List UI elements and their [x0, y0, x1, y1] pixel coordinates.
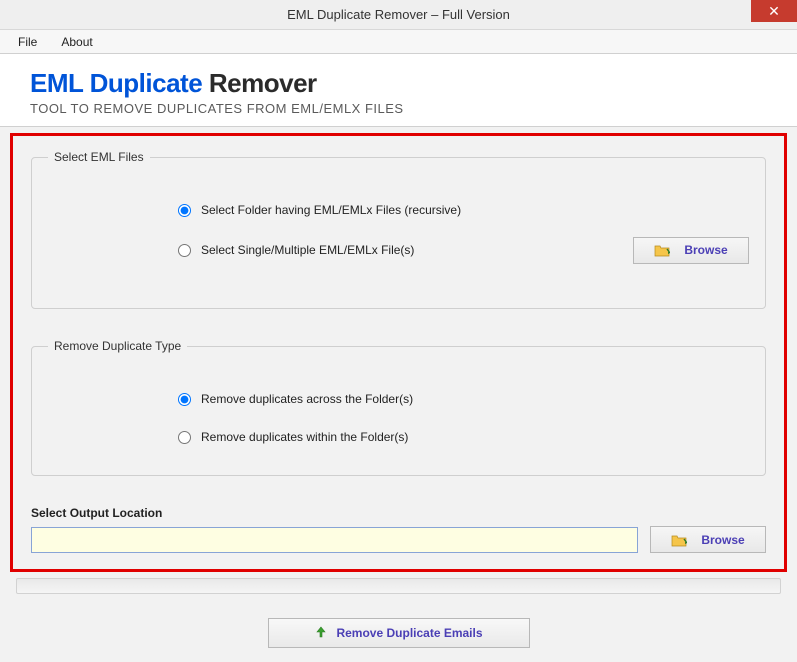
- radio-select-files-label: Select Single/Multiple EML/EMLx File(s): [201, 243, 414, 257]
- radio-select-folder[interactable]: [178, 204, 191, 217]
- browse-input-label: Browse: [684, 243, 727, 257]
- browse-output-label: Browse: [701, 533, 744, 547]
- menu-about[interactable]: About: [49, 35, 104, 49]
- footer: Remove Duplicate Emails: [0, 618, 797, 648]
- titlebar: EML Duplicate Remover – Full Version ✕: [0, 0, 797, 30]
- brand-title-part1: EML Duplicate: [30, 68, 209, 98]
- radio-select-files[interactable]: [178, 244, 191, 257]
- menu-file[interactable]: File: [6, 35, 49, 49]
- remove-duplicates-button[interactable]: Remove Duplicate Emails: [268, 618, 530, 648]
- radio-across-folders-label: Remove duplicates across the Folder(s): [201, 392, 413, 406]
- window-title: EML Duplicate Remover – Full Version: [287, 7, 510, 22]
- browse-output-button[interactable]: Browse: [650, 526, 766, 553]
- radio-within-folders-label: Remove duplicates within the Folder(s): [201, 430, 408, 444]
- branding-header: EML Duplicate Remover TOOL TO REMOVE DUP…: [0, 54, 797, 127]
- radio-select-folder-label: Select Folder having EML/EMLx Files (rec…: [201, 203, 461, 217]
- output-location-input[interactable]: [31, 527, 638, 553]
- brand-subtitle: TOOL TO REMOVE DUPLICATES FROM EML/EMLX …: [30, 101, 797, 116]
- close-button[interactable]: ✕: [751, 0, 797, 22]
- menubar: File About: [0, 30, 797, 54]
- remove-duplicates-label: Remove Duplicate Emails: [336, 626, 482, 640]
- browse-input-button[interactable]: Browse: [633, 237, 749, 264]
- dup-type-group: Remove Duplicate Type Remove duplicates …: [31, 339, 766, 476]
- main-panel: Select EML Files Select Folder having EM…: [10, 133, 787, 572]
- radio-across-folders[interactable]: [178, 393, 191, 406]
- folder-open-icon: [671, 533, 687, 547]
- dup-type-legend: Remove Duplicate Type: [48, 339, 187, 353]
- brand-title: EML Duplicate Remover: [30, 68, 797, 99]
- output-location-label: Select Output Location: [31, 506, 766, 520]
- close-icon: ✕: [768, 3, 780, 20]
- arrow-up-icon: [314, 625, 328, 642]
- progress-bar: [16, 578, 781, 594]
- select-files-group: Select EML Files Select Folder having EM…: [31, 150, 766, 309]
- folder-open-icon: [654, 243, 670, 257]
- select-files-legend: Select EML Files: [48, 150, 150, 164]
- brand-title-part2: Remover: [209, 68, 317, 98]
- radio-within-folders[interactable]: [178, 431, 191, 444]
